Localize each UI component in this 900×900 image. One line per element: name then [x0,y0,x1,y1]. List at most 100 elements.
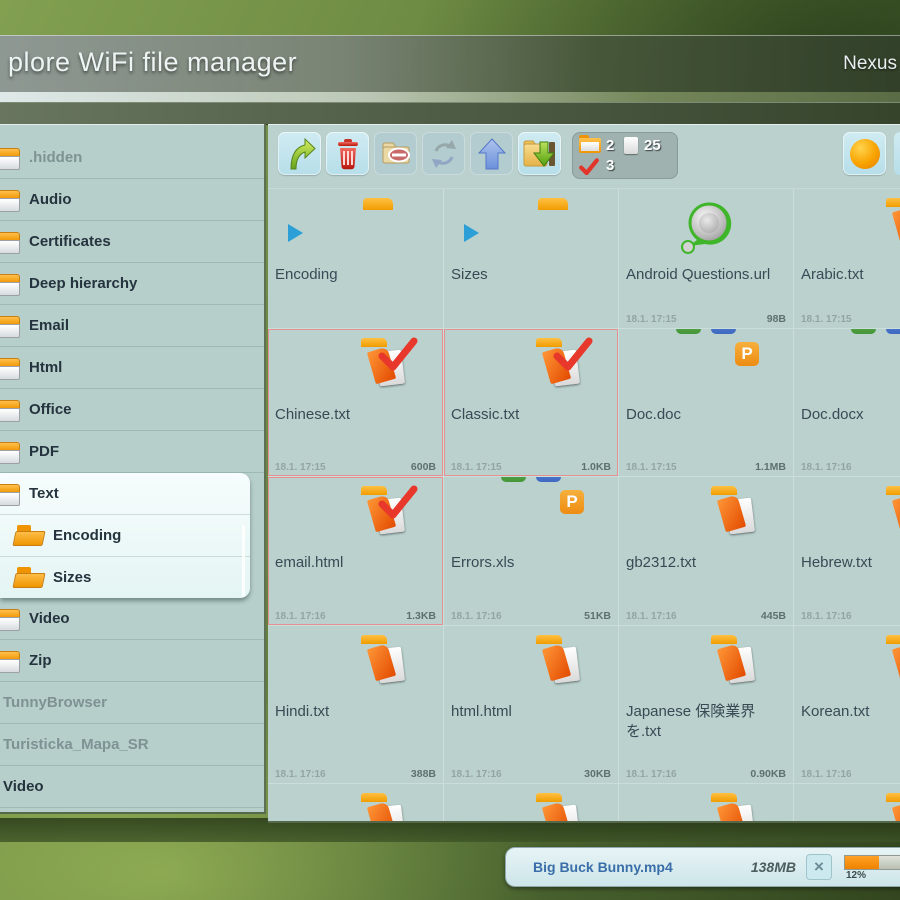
sidebar-item-tunnybrowser[interactable]: TunnyBrowser [0,682,264,724]
sidebar-item-label: Certificates [29,233,111,250]
selected-branch: Text Encoding Sizes [0,473,250,598]
sidebar-item-turisticka-mapa[interactable]: Turisticka_Mapa_SR [0,724,264,766]
sidebar-item-pdf[interactable]: PDF [0,431,264,473]
go-up-button[interactable] [278,132,321,175]
sidebar-item-label: Video [29,610,70,627]
sidebar-item-zip[interactable]: Zip [0,640,264,682]
open-folder-icon [14,567,44,589]
file-date: 18.1. 17:16 [275,611,326,622]
file-tile[interactable]: Classic.txt 18.1. 17:15 1.0KB [444,329,619,477]
file-date: 18.1. 17:15 [626,314,677,325]
file-tile-partial[interactable] [619,784,794,823]
upload-button[interactable] [470,132,513,175]
up-arrow-icon [282,136,318,172]
sync-button[interactable] [422,132,465,175]
file-tile[interactable]: Arabic.txt 18.1. 17:15 [794,189,900,329]
file-tile[interactable]: Hebrew.txt 18.1. 17:16 [794,477,900,626]
file-size: 51KB [584,610,611,622]
file-tile[interactable]: Chinese.txt 18.1. 17:15 600B [268,329,444,477]
status-indicator-button[interactable] [843,132,886,175]
file-tile[interactable]: html.html 18.1. 17:16 30KB [444,626,619,784]
sidebar-item-label: Html [29,359,62,376]
cut-off-button[interactable] [894,132,900,175]
download-button[interactable] [518,132,561,175]
sidebar-item-encoding[interactable]: Encoding [0,515,250,557]
file-tile-partial[interactable] [444,784,619,823]
check-icon [377,484,419,520]
expand-arrow-icon[interactable] [464,224,479,242]
file-tile[interactable]: Sizes [444,189,619,329]
file-date: 18.1. 17:15 [275,462,326,473]
file-date: 18.1. 17:16 [626,769,677,780]
file-name: gb2312.txt [626,553,788,573]
transfer-bar: Big Buck Bunny.mp4 138MB × 12% [505,847,900,887]
folder-icon [0,607,19,631]
sidebar-item-certificates[interactable]: Certificates [0,221,264,263]
file-tile[interactable]: Encoding [268,189,444,329]
new-folder-button[interactable] [374,132,417,175]
file-tile[interactable]: P W S Errors.xls 18.1. 17:16 51KB [444,477,619,626]
sidebar-item-video-root[interactable]: Video [0,766,264,808]
download-folder-icon [521,136,559,172]
expand-arrow-icon[interactable] [288,224,303,242]
file-tile[interactable]: Hindi.txt 18.1. 17:16 388B [268,626,444,784]
sidebar-item-html[interactable]: Html [0,347,264,389]
file-tile[interactable]: gb2312.txt 18.1. 17:16 445B [619,477,794,626]
file-tile[interactable]: P W S Doc.doc 18.1. 17:15 1.1MB [619,329,794,477]
file-name: Android Questions.url [626,265,788,285]
file-date: 18.1. 17:16 [451,769,502,780]
file-size: 0.90KB [750,768,786,780]
file-tile[interactable]: P W S Doc.docx 18.1. 17:16 [794,329,900,477]
sidebar-item-deep-hierarchy[interactable]: Deep hierarchy [0,263,264,305]
wps-p-letter: P [735,342,759,366]
app-title: plore WiFi file manager [8,47,297,78]
sidebar-item-video[interactable]: Video [0,598,264,640]
wps-p-letter: P [560,490,584,514]
sidebar-item-label: .hidden [29,149,82,166]
close-transfer-button[interactable]: × [806,854,832,880]
file-date: 18.1. 17:16 [451,611,502,622]
sidebar-item-label: Encoding [53,527,121,544]
transfer-progress: 12% [844,853,900,881]
sidebar-item-hidden[interactable]: .hidden [0,137,264,179]
file-name: Encoding [275,265,438,285]
sidebar-item-label: Turisticka_Mapa_SR [3,736,149,753]
sidebar-scrollbar-thumb[interactable] [242,525,245,597]
mini-check-icon [578,158,600,176]
sidebar-item-text-selected[interactable]: Text [0,473,250,515]
file-date: 18.1. 17:16 [801,462,852,473]
mini-folder-icon [579,138,601,153]
sidebar-item-label: Sizes [53,569,91,586]
sidebar-item-office[interactable]: Office [0,389,264,431]
sidebar-item-email[interactable]: Email [0,305,264,347]
file-tile[interactable]: Android Questions.url 18.1. 17:15 98B [619,189,794,329]
orange-dot-icon [850,139,880,169]
file-tile-partial[interactable] [268,784,444,823]
delete-button[interactable] [326,132,369,175]
folder-icon [0,314,19,338]
file-tile[interactable]: Japanese 保険業界を.txt 18.1. 17:16 0.90KB [619,626,794,784]
title-bar: plore WiFi file manager Nexus [0,35,900,93]
sidebar-item-audio[interactable]: Audio [0,179,264,221]
checked-count: 3 [606,157,614,174]
sync-icon [426,136,462,172]
check-icon [377,336,419,372]
wps-s-letter: S [851,329,876,334]
sidebar-item-label: Audio [29,191,72,208]
sidebar-item-sizes[interactable]: Sizes [0,557,250,598]
file-date: 18.1. 17:15 [801,314,852,325]
file-tile[interactable]: Korean.txt 18.1. 17:16 [794,626,900,784]
wps-w-letter: W [711,329,736,334]
file-tile[interactable]: email.html 18.1. 17:16 1.3KB [268,477,444,626]
file-count: 25 [644,137,661,154]
device-name: Nexus [843,53,897,75]
selection-stats: 2 25 3 [572,132,678,179]
file-tile-partial[interactable] [794,784,900,823]
folder-tree-sidebar: .hidden Audio Certificates Deep hierarch… [0,124,266,814]
file-name: Doc.docx [801,405,900,425]
file-name: Classic.txt [451,405,613,425]
file-date: 18.1. 17:16 [275,769,326,780]
sidebar-item-label: TunnyBrowser [3,694,107,711]
sidebar-item-label: Text [29,485,59,502]
wps-s-letter: S [676,329,701,334]
